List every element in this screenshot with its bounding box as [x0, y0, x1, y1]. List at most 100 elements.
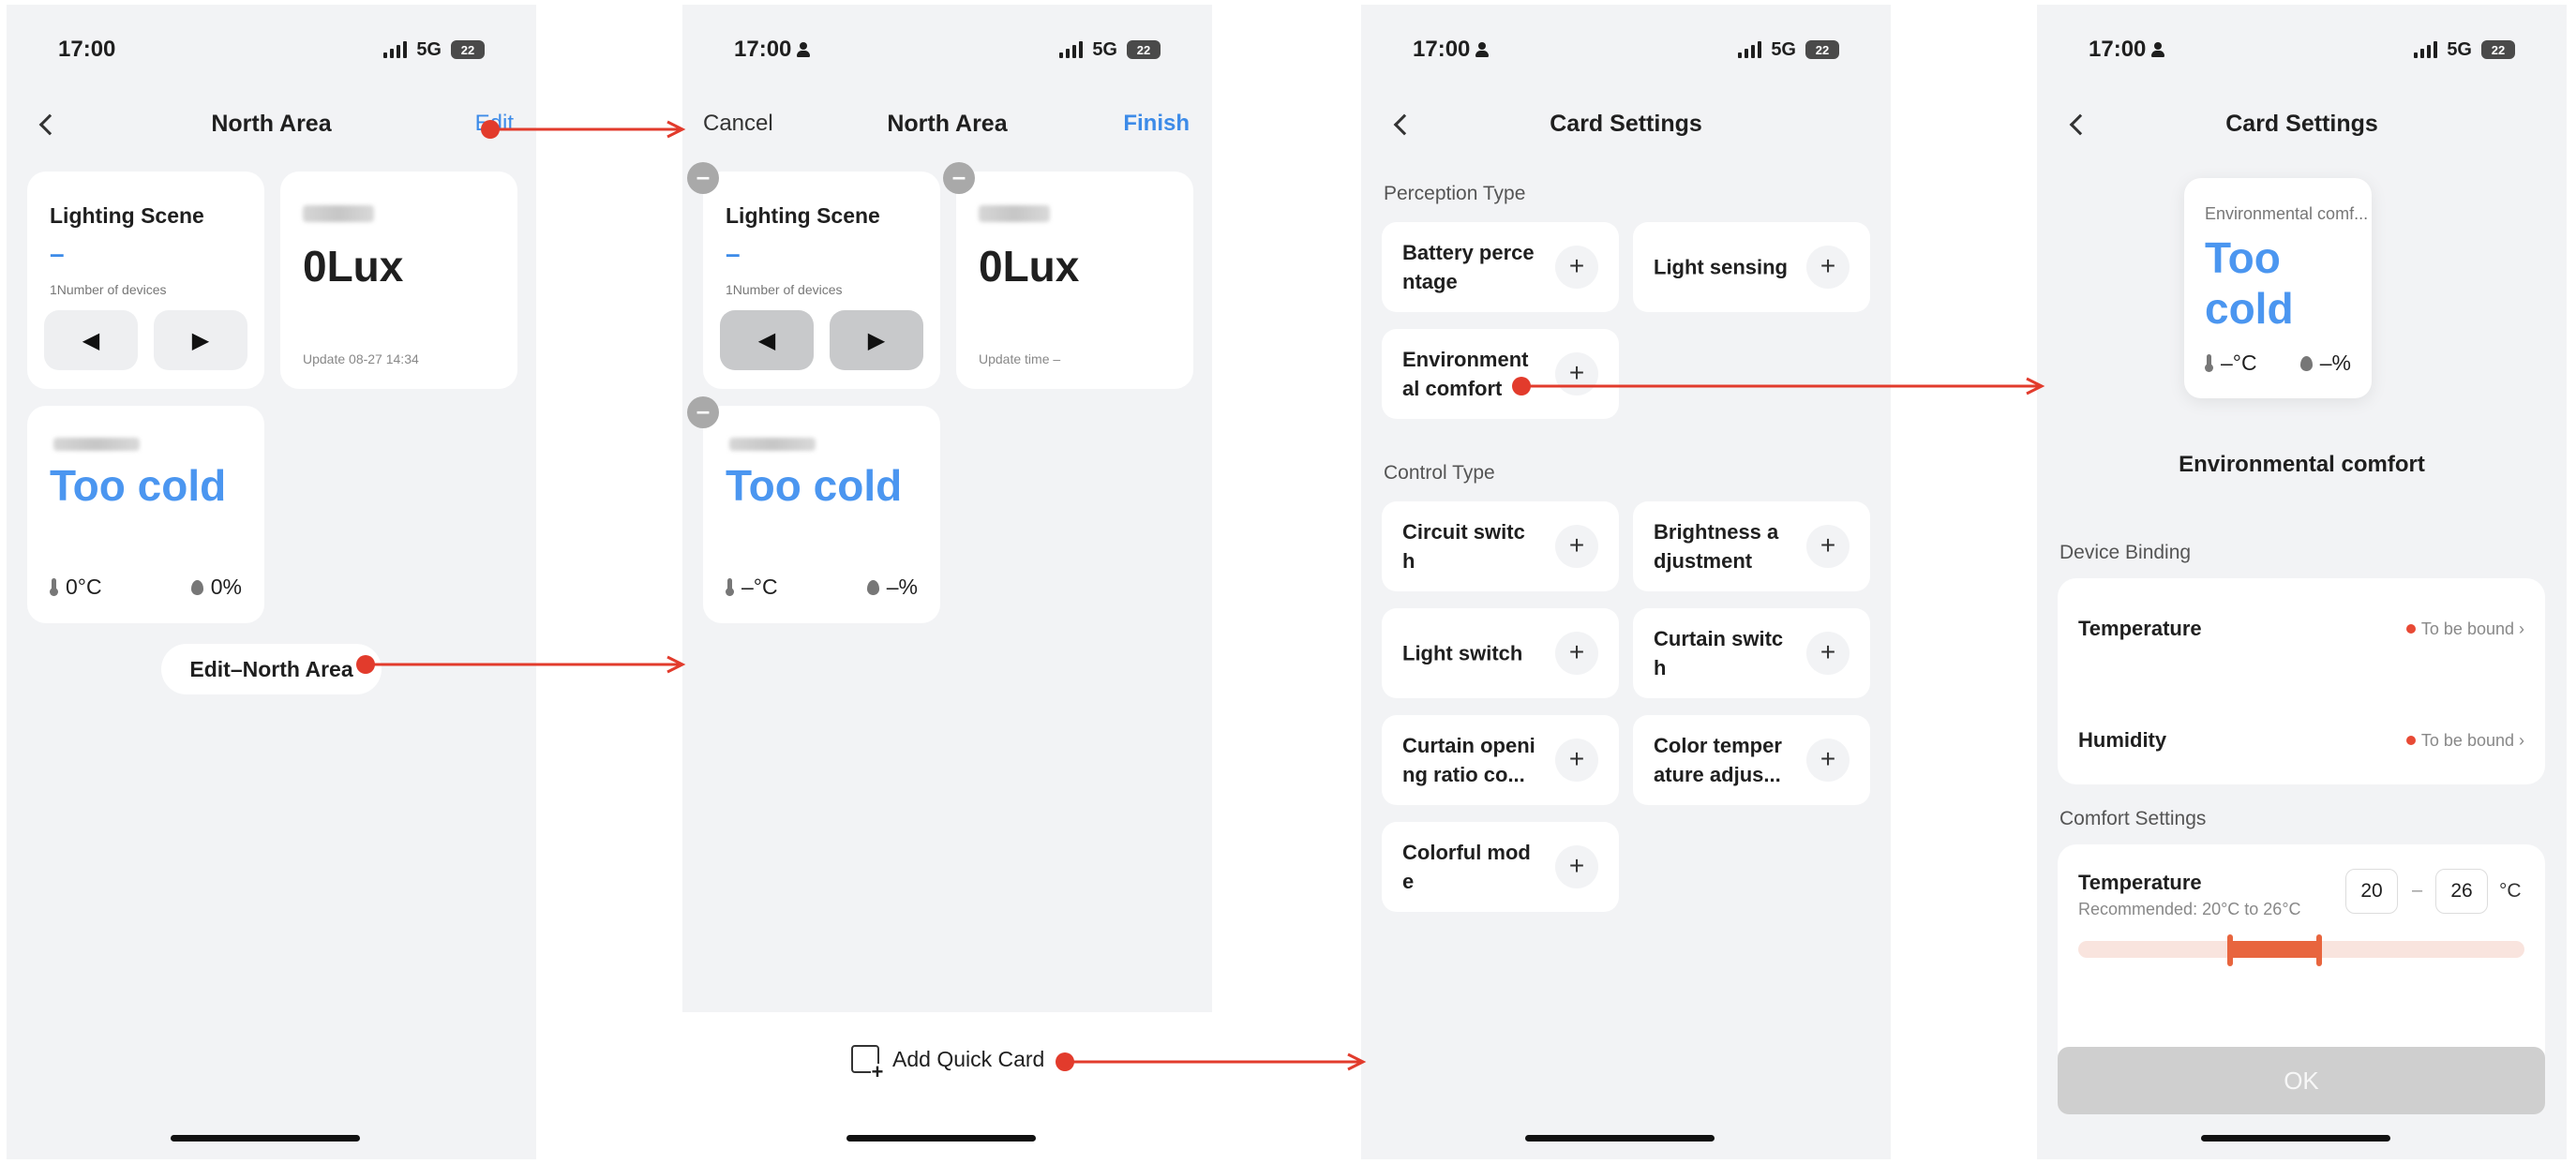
add-plus-icon[interactable]: +: [1806, 632, 1850, 675]
temperature-value: –°C: [741, 575, 778, 599]
status-bar: 17:00 5G 22: [58, 31, 485, 68]
min-temp-input[interactable]: 20: [2345, 869, 2398, 914]
type-tile-curtain-switch[interactable]: Curtain switc h +: [1633, 608, 1870, 698]
add-plus-icon[interactable]: +: [1555, 845, 1598, 888]
card-title: Lighting Scene: [50, 203, 204, 228]
preview-status: Too cold: [2205, 233, 2294, 333]
scene-value: –: [726, 239, 741, 268]
edit-area-menu-item[interactable]: Edit–North Area: [161, 644, 382, 694]
device-count: 1Number of devices: [726, 282, 843, 297]
person-icon: [797, 42, 811, 57]
slider-handle-min[interactable]: [2226, 934, 2233, 966]
screen-north-area-edit: 17:00 5G 22 Cancel North Area Finish Lig…: [682, 5, 1212, 1159]
status-bar: 17:00 5G 22: [2089, 31, 2515, 68]
signal-icon: [1059, 41, 1084, 58]
lighting-scene-card[interactable]: Lighting Scene – 1Number of devices ◀ ▶: [27, 172, 264, 389]
triangle-left-icon: ◀: [82, 327, 100, 353]
person-icon: [1475, 42, 1490, 57]
binding-row-temperature[interactable]: Temperature To be bound ›: [2078, 610, 2524, 648]
network-label: 5G: [1092, 38, 1117, 60]
environmental-comfort-card[interactable]: Too cold –°C –%: [703, 406, 940, 623]
triangle-right-icon: ▶: [191, 327, 210, 353]
add-plus-icon[interactable]: +: [1806, 739, 1850, 782]
remove-card-button[interactable]: –: [687, 396, 719, 428]
slider-handle-max[interactable]: [2316, 934, 2323, 966]
comfort-hint: Recommended: 20°C to 26°C: [2078, 900, 2301, 918]
device-binding-panel: Temperature To be bound › Humidity To be…: [2058, 578, 2545, 784]
tile-label: Battery perce ntage: [1402, 241, 1535, 293]
add-plus-icon[interactable]: +: [1806, 246, 1850, 289]
next-scene-button[interactable]: ▶: [830, 310, 923, 370]
type-tile-curtain-opening[interactable]: Curtain openi ng ratio co... +: [1382, 715, 1619, 805]
type-tile-light-switch[interactable]: Light switch +: [1382, 608, 1619, 698]
type-tile-light-sensing[interactable]: Light sensing +: [1633, 222, 1870, 312]
blurred-label: [729, 438, 816, 451]
type-tile-color-temperature[interactable]: Color temper ature adjus... +: [1633, 715, 1870, 805]
home-indicator: [1525, 1135, 1715, 1142]
network-label: 5G: [2447, 38, 2472, 60]
add-plus-icon[interactable]: +: [1806, 525, 1850, 568]
environmental-comfort-card[interactable]: Too cold 0°C 0%: [27, 406, 264, 623]
status-time: 17:00: [2089, 37, 2147, 62]
card-preview: Environmental comf... Too cold –°C –%: [2184, 178, 2372, 398]
type-tile-circuit-switch[interactable]: Circuit switc h +: [1382, 501, 1619, 591]
device-count: 1Number of devices: [50, 282, 167, 297]
binding-label: Humidity: [2078, 728, 2167, 752]
nav-bar: Card Settings: [2037, 103, 2567, 144]
temperature-value: –°C: [2221, 351, 2257, 375]
type-tile-brightness[interactable]: Brightness a djustment +: [1633, 501, 1870, 591]
ok-button[interactable]: OK: [2058, 1047, 2545, 1114]
remove-card-button[interactable]: –: [943, 162, 975, 194]
add-card-icon: [851, 1045, 883, 1081]
scene-value: –: [50, 239, 65, 268]
card-title: Lighting Scene: [726, 203, 880, 228]
status-bar: 17:00 5G 22: [734, 31, 1161, 68]
page-title: North Area: [211, 111, 332, 137]
add-plus-icon[interactable]: +: [1555, 739, 1598, 782]
max-temp-input[interactable]: 26: [2435, 869, 2488, 914]
type-tile-battery[interactable]: Battery perce ntage +: [1382, 222, 1619, 312]
temperature-range-slider[interactable]: [2078, 934, 2524, 966]
thermometer-icon: [50, 577, 58, 597]
home-indicator: [2201, 1135, 2390, 1142]
update-time: Update 08-27 14:34: [303, 351, 419, 366]
humidity-drop-icon: [2299, 355, 2313, 371]
prev-scene-button[interactable]: ◀: [44, 310, 138, 370]
comfort-label: Temperature: [2078, 871, 2202, 894]
add-plus-icon[interactable]: +: [1555, 352, 1598, 395]
binding-label: Temperature: [2078, 617, 2202, 640]
comfort-settings-panel: Temperature Recommended: 20°C to 26°C 20…: [2058, 844, 2545, 1069]
type-tile-environmental-comfort[interactable]: Environment al comfort +: [1382, 329, 1619, 419]
nav-bar: North Area Edit: [7, 103, 536, 144]
screen-north-area: 17:00 5G 22 North Area Edit Lighting Sce…: [7, 5, 536, 1159]
humidity-value: 0%: [210, 575, 242, 599]
blurred-label: [979, 205, 1050, 222]
add-plus-icon[interactable]: +: [1555, 246, 1598, 289]
add-plus-icon[interactable]: +: [1555, 525, 1598, 568]
light-sensing-card[interactable]: 0Lux Update time –: [956, 172, 1193, 389]
humidity-value: –%: [886, 575, 918, 599]
temperature-value: 0°C: [66, 575, 102, 599]
edit-button[interactable]: Edit: [475, 103, 514, 144]
humidity-drop-icon: [866, 579, 879, 595]
triangle-left-icon: ◀: [757, 327, 776, 353]
add-plus-icon[interactable]: +: [1555, 632, 1598, 675]
update-time: Update time –: [979, 351, 1061, 366]
binding-row-humidity[interactable]: Humidity To be bound ›: [2078, 722, 2524, 759]
remove-card-button[interactable]: –: [687, 162, 719, 194]
slider-fill: [2229, 941, 2320, 958]
humidity-value: –%: [2319, 351, 2351, 375]
light-sensing-card[interactable]: 0Lux Update 08-27 14:34: [280, 172, 517, 389]
lux-value: 0Lux: [303, 242, 404, 291]
temp-unit: °C: [2499, 880, 2522, 902]
lighting-scene-card[interactable]: Lighting Scene – 1Number of devices ◀ ▶: [703, 172, 940, 389]
card-name: Environmental comfort: [2179, 452, 2425, 477]
status-time: 17:00: [1413, 37, 1471, 62]
finish-button[interactable]: Finish: [1123, 103, 1190, 144]
comfort-status: Too cold: [726, 461, 903, 510]
tile-label: Environment al comfort: [1402, 348, 1529, 400]
add-quick-card-button[interactable]: Add Quick Card: [851, 1045, 1044, 1081]
next-scene-button[interactable]: ▶: [154, 310, 247, 370]
prev-scene-button[interactable]: ◀: [720, 310, 814, 370]
type-tile-colorful-mode[interactable]: Colorful mod e +: [1382, 822, 1619, 912]
